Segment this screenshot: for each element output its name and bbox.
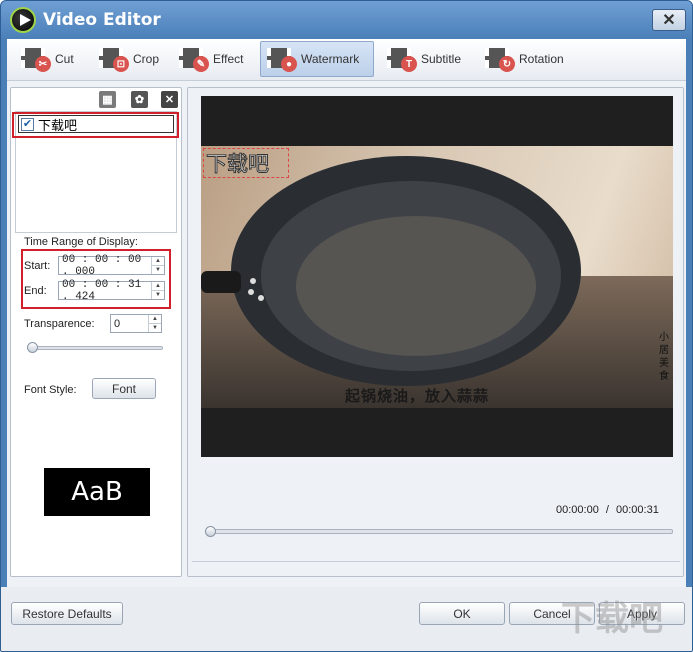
total-time: 00:00:31 <box>616 504 659 516</box>
tab-rotation[interactable]: ↻ Rotation <box>479 41 570 77</box>
transparence-slider-thumb[interactable] <box>27 342 38 353</box>
highlight-box <box>21 249 171 309</box>
tab-label: Subtitle <box>421 52 462 66</box>
tab-label: Crop <box>133 52 160 66</box>
preview-panel: 下载吧 起锅烧油，放入蒜蒜 小居美食 00:00:00 / 00:00:31 ▶… <box>187 87 684 603</box>
divider <box>192 561 680 562</box>
effect-icon: ✎ <box>179 46 209 72</box>
watermark-settings-panel: ▦ ✿ ✕ ✔ 下载吧 Time Range of Display: Start… <box>10 87 182 577</box>
pan-image <box>201 156 581 386</box>
scissors-icon: ✂ <box>21 46 51 72</box>
tab-effect[interactable]: ✎ Effect <box>173 41 249 77</box>
current-time: 00:00:00 <box>556 504 599 516</box>
tab-label: Watermark <box>301 52 360 66</box>
client-area: ✂ Cut ⊡ Crop ✎ Effect ● Watermark T Subt… <box>7 39 686 603</box>
time-separator: / <box>605 504 609 516</box>
rotation-icon: ↻ <box>485 46 515 72</box>
transparence-slider[interactable] <box>28 346 163 350</box>
close-button[interactable]: ✕ <box>652 9 686 31</box>
add-image-watermark-icon[interactable]: ✿ <box>131 91 148 108</box>
video-preview: 下载吧 起锅烧油，放入蒜蒜 小居美食 <box>201 96 673 457</box>
tab-label: Cut <box>55 52 74 66</box>
add-watermark-icon[interactable]: ▦ <box>99 91 116 108</box>
tab-crop[interactable]: ⊡ Crop <box>93 41 165 77</box>
time-readout: 00:00:00 / 00:00:31 <box>556 504 659 516</box>
channel-mark-text: 小居美食 <box>659 332 669 382</box>
time-range-label: Time Range of Display: <box>24 236 138 248</box>
crop-icon: ⊡ <box>99 46 129 72</box>
title-bar: Video Editor ✕ <box>1 1 692 39</box>
subtitle-text: 起锅烧油，放入蒜蒜 <box>345 387 490 405</box>
transparence-label: Transparence: <box>24 318 95 330</box>
seek-bar[interactable] <box>207 529 673 534</box>
watermark-overlay[interactable]: 下载吧 <box>203 148 289 178</box>
delete-watermark-icon[interactable]: ✕ <box>161 91 178 108</box>
watermark-icon: ● <box>267 46 297 72</box>
tab-label: Effect <box>213 52 244 66</box>
app-logo-icon <box>10 7 36 33</box>
edit-toolbar: ✂ Cut ⊡ Crop ✎ Effect ● Watermark T Subt… <box>7 39 686 81</box>
highlight-box <box>12 112 179 138</box>
restore-defaults-button[interactable]: Restore Defaults <box>11 602 123 625</box>
video-editor-window: Video Editor ✕ ✂ Cut ⊡ Crop ✎ Effect ● W… <box>0 0 693 652</box>
window-title: Video Editor <box>43 10 161 30</box>
tab-subtitle[interactable]: T Subtitle <box>381 41 467 77</box>
video-frame <box>201 146 673 408</box>
seek-thumb[interactable] <box>205 526 216 537</box>
transparence-value: 0 <box>114 317 121 330</box>
font-preview: AaB <box>44 468 150 516</box>
transparence-spinner[interactable]: ▲ ▼ <box>148 315 161 332</box>
tab-cut[interactable]: ✂ Cut <box>15 41 80 77</box>
font-style-label: Font Style: <box>24 384 77 396</box>
ok-button[interactable]: OK <box>419 602 505 625</box>
brand-watermark-text: 下载吧 <box>561 599 663 639</box>
font-button[interactable]: Font <box>92 378 156 399</box>
tab-watermark[interactable]: ● Watermark <box>260 41 374 77</box>
transparence-field[interactable]: 0 ▲ ▼ <box>110 314 162 333</box>
subtitle-icon: T <box>387 46 417 72</box>
tab-label: Rotation <box>519 52 564 66</box>
